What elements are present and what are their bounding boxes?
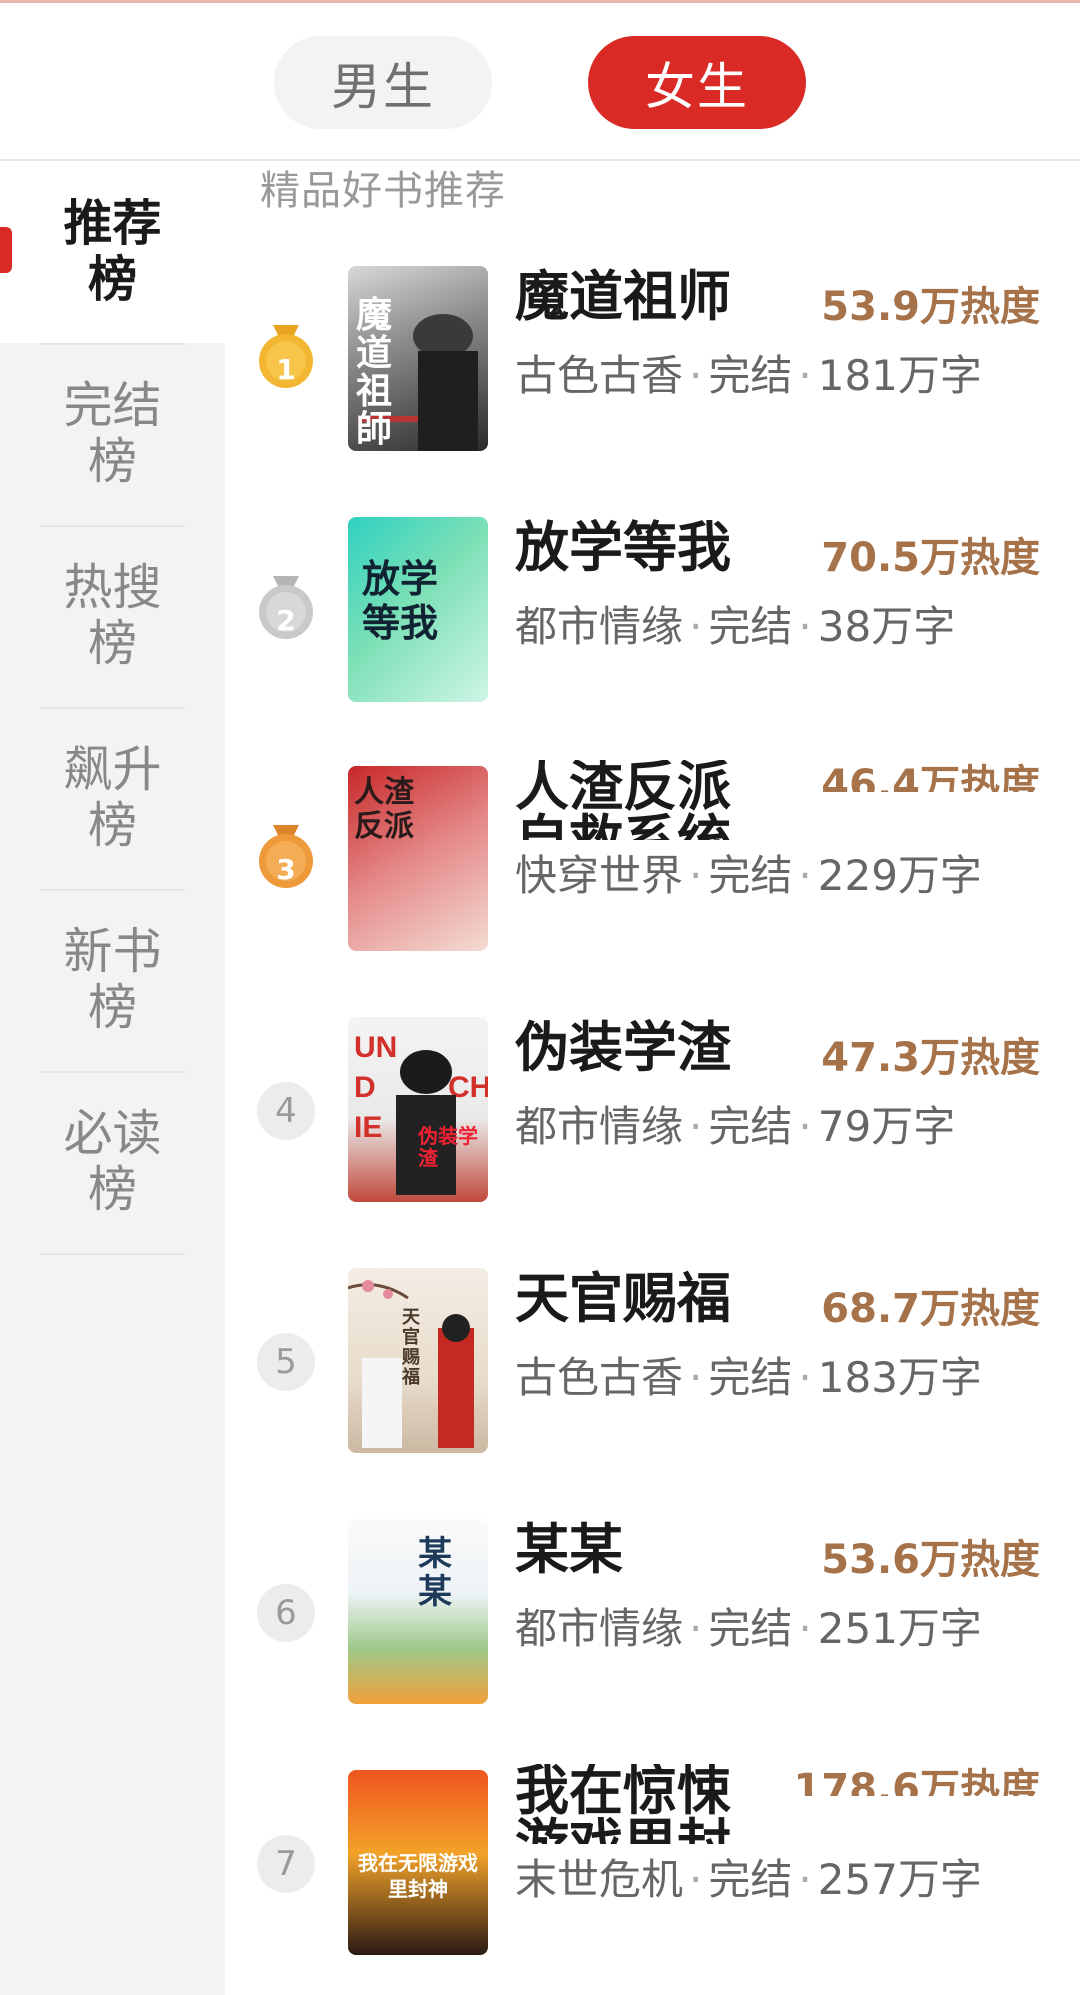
book-status: 完结 (708, 1105, 793, 1151)
book-row[interactable]: 1 魔道祖師 魔道祖师 53.9万热度 古色古香 · 完结 · 181万字 (225, 265, 1080, 456)
book-heat: 70.5万热度 (821, 535, 1040, 581)
book-cover[interactable]: 魔道祖師 (348, 266, 488, 451)
cover-title: 放学等我 (362, 556, 439, 645)
rank-badge: 6 (257, 1584, 315, 1642)
book-genre: 都市情缘 (515, 1607, 684, 1653)
sidebar-item-finished[interactable]: 完结榜 (0, 343, 225, 525)
sidebar-item-rising[interactable]: 飙升榜 (0, 707, 225, 889)
book-cover[interactable]: 某某 (348, 1519, 488, 1704)
cover-title: 伪装学渣 (418, 1124, 478, 1170)
book-row[interactable]: 5 天官赐福 天官赐福 68.7万热度 古色古香 · 完结 · 183万字 (225, 1267, 1080, 1458)
book-status: 完结 (708, 1607, 793, 1653)
gold-medal-icon: 1 (257, 325, 315, 389)
book-meta: 都市情缘 · 完结 · 79万字 (515, 1105, 1015, 1203)
book-meta: 古色古香 · 完结 · 181万字 (515, 354, 1015, 452)
cover-title: 天官赐福 (402, 1307, 420, 1388)
cover-title: 魔道祖師 (356, 294, 393, 450)
book-title: 放学等我 (515, 516, 731, 579)
book-words: 251万字 (817, 1607, 982, 1653)
book-row[interactable]: 6 某某 某某 53.6万热度 都市情缘 · 完结 · 251万字 (225, 1518, 1080, 1709)
sidebar-item-new-books[interactable]: 新书榜 (0, 889, 225, 1071)
sidebar-item-label: 必读榜 (63, 1105, 162, 1218)
book-title: 某某 (515, 1518, 623, 1581)
book-heat: 53.6万热度 (821, 1537, 1040, 1583)
book-heat: 178.6万热度 (793, 1766, 1040, 1796)
book-row[interactable]: 4 UN D CH IE 伪装学渣 伪装学渣 47.3万热度 都市情缘 · 完结 · 79万字 (225, 1016, 1080, 1207)
rank-badge: 4 (257, 1082, 315, 1140)
book-genre: 古色古香 (515, 1356, 684, 1402)
book-row[interactable]: 3 人渣反派 人渣反派自救系统 46.4万热度 快穿世界·完结·229万字 (225, 760, 1080, 956)
book-heat: 68.7万热度 (821, 1286, 1040, 1332)
sidebar-item-label: 推荐榜 (63, 195, 162, 308)
sidebar-item-must-read[interactable]: 必读榜 (0, 1071, 225, 1253)
book-words: 257万字 (817, 1858, 982, 1904)
book-title: 人渣反派自救系统 (515, 760, 731, 840)
rank-badge: 5 (257, 1333, 315, 1391)
book-row[interactable]: 2 放学等我 放学等我 70.5万热度 都市情缘 · 完结 · 38万字 (225, 516, 1080, 707)
cover-title: 人渣反派 (354, 775, 414, 844)
section-title: 精品好书推荐 (260, 168, 506, 214)
book-title: 伪装学渣 (515, 1016, 731, 1079)
svg-text:D: D (354, 1071, 376, 1104)
book-heat: 47.3万热度 (821, 1035, 1040, 1081)
sidebar-item-hot-search[interactable]: 热搜榜 (0, 525, 225, 707)
silver-medal-icon: 2 (257, 576, 315, 640)
sidebar-divider (40, 1253, 185, 1255)
book-meta: 都市情缘 · 完结 · 251万字 (515, 1607, 1015, 1705)
svg-text:IE: IE (354, 1111, 382, 1144)
book-cover[interactable]: 放学等我 (348, 517, 488, 702)
book-title: 天官赐福 (515, 1267, 731, 1330)
book-status: 完结 (708, 605, 793, 651)
sidebar-item-label: 热搜榜 (63, 559, 162, 672)
book-genre: 末世危机 (515, 1858, 684, 1904)
gender-tab-bar: 男生 女生 (0, 3, 1080, 161)
book-words: 229万字 (817, 854, 982, 900)
book-genre: 都市情缘 (515, 605, 684, 651)
book-genre: 都市情缘 (515, 1105, 684, 1151)
rank-badge: 7 (257, 1835, 315, 1893)
book-cover[interactable]: 人渣反派 (348, 766, 488, 951)
book-heat: 46.4万热度 (821, 762, 1040, 792)
book-cover[interactable]: 天官赐福 (348, 1268, 488, 1453)
ranking-sidebar: 推荐榜 完结榜 热搜榜 飙升榜 新书榜 必读榜 (0, 161, 225, 1995)
book-title: 魔道祖师 (515, 265, 731, 328)
book-row[interactable]: 7 我在无限游戏里封神 我在惊悚游戏里封神 178.6万热度 末世危机·完结·2… (225, 1764, 1080, 1960)
sidebar-item-label: 新书榜 (63, 923, 162, 1036)
sidebar-item-recommend[interactable]: 推荐榜 (0, 161, 225, 343)
tab-female[interactable]: 女生 (588, 36, 806, 129)
tab-male[interactable]: 男生 (274, 36, 492, 129)
book-title: 我在惊悚游戏里封神 (515, 1764, 731, 1844)
rank-number: 1 (276, 353, 296, 386)
book-heat: 53.9万热度 (821, 284, 1040, 330)
book-meta: 快穿世界 · 完结 · 229万字 (515, 854, 1015, 924)
sidebar-item-label: 飙升榜 (63, 741, 162, 854)
book-words: 181万字 (817, 354, 982, 400)
book-words: 79万字 (817, 1105, 956, 1151)
book-meta: 末世危机 · 完结 · 257万字 (515, 1858, 1015, 1928)
book-status: 完结 (708, 854, 793, 900)
book-meta: 古色古香 · 完结 · 183万字 (515, 1356, 1015, 1454)
book-status: 完结 (708, 1858, 793, 1904)
bronze-medal-icon: 3 (257, 825, 315, 889)
book-status: 完结 (708, 1356, 793, 1402)
cover-title: 我在无限游戏里封神 (358, 1851, 478, 1901)
sidebar-item-label: 完结榜 (63, 377, 162, 490)
book-status: 完结 (708, 354, 793, 400)
book-genre: 古色古香 (515, 354, 684, 400)
book-words: 38万字 (817, 605, 956, 651)
rank-number: 2 (276, 604, 296, 637)
rank-number: 3 (276, 853, 296, 886)
book-meta: 都市情缘 · 完结 · 38万字 (515, 605, 1015, 703)
book-cover[interactable]: UN D CH IE 伪装学渣 (348, 1017, 488, 1202)
book-words: 183万字 (817, 1356, 982, 1402)
svg-text:UN: UN (354, 1031, 397, 1064)
book-genre: 快穿世界 (515, 854, 684, 900)
cover-title: 某某 (418, 1534, 452, 1612)
book-cover[interactable]: 我在无限游戏里封神 (348, 1770, 488, 1955)
